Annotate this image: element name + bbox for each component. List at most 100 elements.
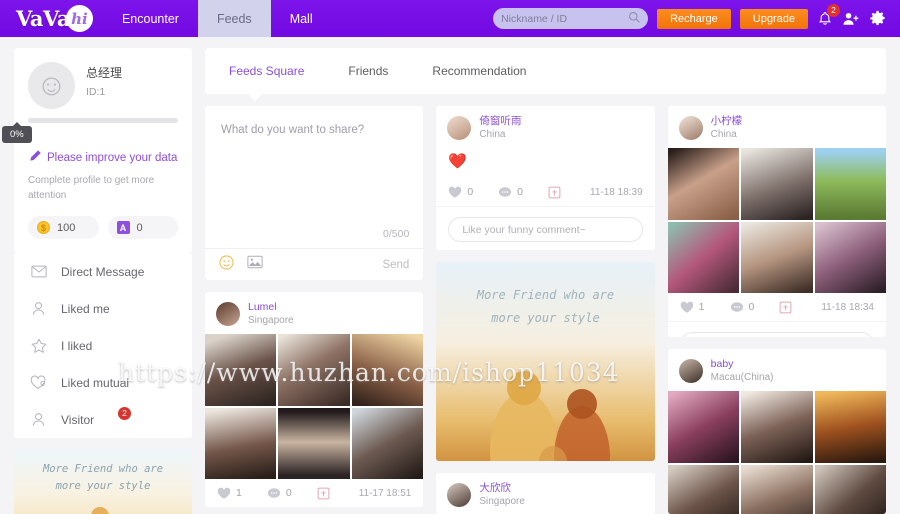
post-photo[interactable] xyxy=(814,391,886,463)
post-photo[interactable] xyxy=(205,407,277,480)
profile-progress: 0% xyxy=(2,118,178,143)
sidebar-item-direct-message[interactable]: Direct Message xyxy=(14,253,192,290)
sidebar-item-visitor[interactable]: Visitor 2 xyxy=(14,401,192,438)
nav-item-encounter[interactable]: Encounter xyxy=(103,0,198,37)
post-photo[interactable] xyxy=(814,221,886,294)
post-composer[interactable]: What do you want to share? 0/500 Send xyxy=(205,106,424,280)
like-count: 1 xyxy=(236,487,242,500)
nav-item-feeds[interactable]: Feeds xyxy=(197,0,271,37)
post-card-lemon: 小柠檬 China 1 0 11-18 18:34 xyxy=(667,106,886,338)
coin-pill[interactable]: $ 100 xyxy=(28,216,99,239)
post-photo[interactable] xyxy=(741,464,813,514)
post-photo[interactable] xyxy=(278,407,350,480)
improve-data-link[interactable]: Please improve your data xyxy=(28,149,178,166)
post-photo-grid xyxy=(667,148,886,294)
heart-icon xyxy=(680,301,693,313)
post-author-name[interactable]: baby xyxy=(711,358,774,371)
post-author-name[interactable]: 大欣欣 xyxy=(479,482,525,495)
like-stat[interactable]: 1 xyxy=(217,487,242,500)
post-photo-grid xyxy=(667,391,886,514)
post-photo[interactable] xyxy=(667,464,740,514)
post-photo[interactable] xyxy=(741,148,813,220)
comment-count: 0 xyxy=(517,186,524,199)
post-author-name[interactable]: Lumel xyxy=(248,301,294,314)
smiley-icon[interactable] xyxy=(219,254,234,275)
gift-stat[interactable] xyxy=(317,486,330,500)
promo-line2: more your style xyxy=(491,310,600,325)
post-stats: 1 0 11-18 18:34 xyxy=(668,293,886,321)
comment-stat[interactable]: 0 xyxy=(267,487,292,500)
post-photo[interactable] xyxy=(278,334,350,406)
person-icon xyxy=(30,412,47,427)
upgrade-button[interactable]: Upgrade xyxy=(739,8,808,29)
coin-icon: $ xyxy=(37,221,50,234)
sidebar-item-label: Visitor xyxy=(61,412,95,427)
sidebar-item-label: I liked xyxy=(61,338,93,353)
avatar[interactable] xyxy=(216,302,240,327)
post-author-location: China xyxy=(710,129,737,141)
post-photo[interactable] xyxy=(351,334,424,406)
send-button[interactable]: Send xyxy=(382,259,409,271)
like-stat[interactable]: 0 xyxy=(448,186,473,199)
post-header: baby Macau(China) xyxy=(668,349,886,391)
promo-card[interactable]: More Friend who are more your style xyxy=(436,262,655,461)
post-card-lumel: Lumel Singapore 1 0 11-17 18:51 xyxy=(205,292,424,508)
composer-placeholder[interactable]: What do you want to share? xyxy=(205,106,423,228)
search-icon[interactable] xyxy=(628,11,641,29)
tab-friends[interactable]: Friends xyxy=(348,64,388,78)
post-photo[interactable] xyxy=(351,407,424,480)
sidebar-promo-banner[interactable]: More Friend who are more your style xyxy=(14,449,192,514)
sidebar-item-liked-me[interactable]: Liked me xyxy=(14,290,192,327)
promo-image[interactable]: More Friend who are more your style xyxy=(436,262,655,461)
gift-icon xyxy=(317,487,330,500)
promo-line1: More Friend who are xyxy=(476,288,615,303)
post-author-location: Macau(China) xyxy=(710,372,774,384)
like-stat[interactable]: 1 xyxy=(680,301,705,314)
app-logo[interactable]: VaVa hi xyxy=(0,0,103,37)
post-time: 11-18 18:34 xyxy=(821,301,874,313)
nav-item-mall[interactable]: Mall xyxy=(271,0,332,37)
post-photo[interactable] xyxy=(814,464,886,514)
post-author-name[interactable]: 倚窗听雨 xyxy=(479,115,521,128)
bell-icon[interactable]: 2 xyxy=(817,3,840,27)
post-header: Lumel Singapore xyxy=(205,292,423,334)
comment-stat[interactable]: 0 xyxy=(730,301,754,314)
promo-silhouette xyxy=(490,371,611,461)
sidebar-item-liked-mutual[interactable]: Liked mutual xyxy=(14,364,192,401)
gear-icon[interactable] xyxy=(869,10,886,27)
post-photo[interactable] xyxy=(667,148,740,220)
avatar[interactable] xyxy=(678,359,703,384)
tab-feeds-square[interactable]: Feeds Square xyxy=(229,64,304,78)
post-photo[interactable] xyxy=(741,221,813,294)
avatar[interactable] xyxy=(447,482,472,507)
post-time: 11-17 18:51 xyxy=(358,487,412,499)
notification-badge: 2 xyxy=(827,3,840,17)
post-photo[interactable] xyxy=(667,391,740,463)
post-author-name[interactable]: 小柠檬 xyxy=(711,115,743,128)
snoopy-avatar-icon: ☺ xyxy=(36,69,67,103)
composer-toolbar: Send xyxy=(205,248,424,280)
post-photo[interactable] xyxy=(741,391,813,463)
comment-input[interactable]: Like your funny comment~ xyxy=(679,332,874,338)
avatar[interactable] xyxy=(678,116,703,141)
diamond-pill[interactable]: A 0 xyxy=(107,216,178,239)
post-photo[interactable] xyxy=(814,148,886,220)
comment-stat[interactable]: 0 xyxy=(498,186,523,199)
post-photo[interactable] xyxy=(667,221,740,294)
comment-input[interactable]: Like your funny comment~ xyxy=(448,217,643,243)
comment-icon xyxy=(730,301,743,312)
search-box[interactable] xyxy=(493,8,649,29)
image-icon[interactable] xyxy=(247,255,263,274)
sidebar-item-i-liked[interactable]: I liked xyxy=(14,327,192,364)
search-input[interactable] xyxy=(501,12,641,25)
gift-stat[interactable] xyxy=(548,185,561,199)
recharge-button[interactable]: Recharge xyxy=(657,8,731,29)
post-photo[interactable] xyxy=(205,334,277,406)
header-actions: Recharge Upgrade 2 xyxy=(493,0,900,37)
tab-recommendation[interactable]: Recommendation xyxy=(432,64,526,78)
envelope-icon xyxy=(30,265,47,278)
gift-stat[interactable] xyxy=(779,300,792,314)
avatar[interactable] xyxy=(447,116,472,141)
avatar[interactable]: ☺ xyxy=(28,62,75,109)
add-friend-icon[interactable] xyxy=(842,11,860,27)
